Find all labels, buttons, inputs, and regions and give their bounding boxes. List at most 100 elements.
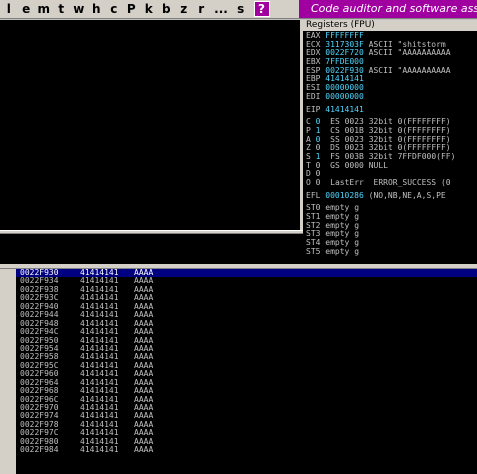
fpu-state: empty (325, 220, 350, 230)
eip-row[interactable]: EIP 41414141 (306, 104, 455, 115)
registers-pane[interactable]: Registers (FPU) EAX FFFFFFFF ECX 3117303… (303, 20, 477, 264)
flag-value: 1 (315, 151, 321, 161)
fpu-value: g (354, 203, 360, 213)
toolbar-button-log[interactable]: l (0, 1, 18, 17)
toolbar-button-memory[interactable]: m (35, 1, 53, 17)
segment-selector: 0023 (344, 134, 364, 144)
register-name: EDI (306, 91, 321, 101)
fpu-name: ST5 (306, 246, 321, 256)
flag-value: 0 (315, 134, 321, 144)
flag-name: Z (306, 143, 311, 153)
stack-pane[interactable]: 0022F930 41414141 AAAA 0022F934 41414141 AAAA… (16, 269, 477, 474)
register-row[interactable]: EDI 00000000 (306, 91, 455, 102)
registers-title[interactable]: Registers (FPU) (303, 20, 477, 31)
segment-selector: 0023 (344, 143, 364, 153)
stack-row[interactable]: 0022F984 41414141 AAAA (16, 445, 477, 455)
toolbar-button-cpu[interactable]: c (105, 1, 123, 17)
register-value: 0022F720 (325, 48, 364, 58)
register-value: 00000000 (325, 83, 364, 93)
toolbar-button-threads[interactable]: t (53, 1, 71, 17)
toolbar-button-handles[interactable]: h (88, 1, 106, 17)
flag-row[interactable]: O 0 LastErr ERROR_SUCCESS (0 (306, 178, 455, 188)
fpu-state: empty (325, 203, 350, 213)
fpu-value: g (354, 220, 360, 230)
flag-value: 0 (315, 178, 321, 187)
segment-selector: 003B (344, 151, 364, 161)
register-name: EBX (306, 57, 321, 67)
flag-value: 0 (315, 160, 321, 170)
register-name: ESI (306, 83, 321, 93)
stack-gutter (0, 269, 16, 474)
segment-info: 7FFDF000(FF) (397, 151, 456, 161)
register-value: 41414141 (325, 74, 364, 84)
flag-name: C (306, 117, 311, 127)
segment-name: GS (330, 160, 340, 170)
fpu-name: ST3 (306, 229, 321, 239)
register-info: ASCII "AAAAAAAAAA (368, 65, 451, 75)
register-name: EAX (306, 31, 321, 40)
toolbar-button-modules[interactable]: e (18, 1, 36, 17)
register-name: EIP (306, 104, 321, 114)
flag-name: P (306, 125, 311, 135)
segment-name: DS (330, 143, 340, 153)
info-pane[interactable] (0, 234, 303, 264)
segment-bits: 32bit (368, 134, 393, 144)
help-button[interactable]: ? (253, 1, 270, 17)
stack-value: 41414141 (80, 445, 119, 455)
register-value: 3117303F (325, 39, 364, 49)
segment-bits: 32bit (368, 125, 393, 135)
toolbar-button-patches[interactable]: P (123, 1, 141, 17)
segment-name: LastErr (330, 178, 364, 187)
fpu-row[interactable]: ST5 empty g (306, 246, 455, 257)
register-name: EFL (306, 190, 321, 200)
fpu-state: empty (325, 246, 350, 256)
segment-info: (0 (440, 178, 451, 187)
toolbar-button-references[interactable]: r (193, 1, 211, 17)
fpu-value: g (354, 212, 360, 222)
segment-selector: 0000 (344, 160, 364, 170)
toolbar-button-source[interactable]: s (232, 1, 250, 17)
segment-bits: NULL (368, 160, 388, 170)
toolbar-button-run-trace[interactable]: ... (210, 1, 232, 17)
segment-name: ES (330, 117, 340, 127)
segment-bits: 32bit (368, 151, 393, 161)
toolbar-button-windows[interactable]: w (70, 1, 88, 17)
flag-name: T (306, 160, 311, 170)
segment-bits: ERROR_SUCCESS (373, 178, 437, 187)
flag-name: O (306, 178, 311, 187)
register-value: 00000000 (325, 91, 364, 101)
fpu-name: ST4 (306, 238, 321, 248)
segment-info: 0(FFFFFFFF) (397, 134, 451, 144)
flag-value: 0 (315, 169, 321, 179)
register-name: ECX (306, 39, 321, 49)
segment-name: CS (330, 125, 340, 135)
flag-value: 0 (315, 143, 321, 153)
segment-selector: 001B (344, 125, 364, 135)
stack-address: 0022F984 (20, 445, 59, 455)
register-value: 00010286 (325, 190, 364, 200)
stack-ascii: AAAA (134, 445, 154, 455)
register-name: EBP (306, 74, 321, 84)
fpu-value: g (354, 246, 360, 256)
flag-name: S (306, 151, 311, 161)
register-value: 7FFDE000 (325, 57, 364, 67)
toolbar-button-breakpoints[interactable]: b (158, 1, 176, 17)
fpu-state: empty (325, 229, 350, 239)
efl-row[interactable]: EFL 00010286 (NO,NB,NE,A,S,PE (306, 190, 455, 201)
flag-value: 0 (315, 117, 321, 127)
fpu-name: ST1 (306, 212, 321, 222)
register-value: FFFFFFFF (325, 31, 364, 40)
register-info: ASCII "AAAAAAAAAA (368, 48, 451, 58)
registers-body: EAX FFFFFFFF ECX 3117303F ASCII "shitsto… (306, 31, 456, 257)
toolbar-button-call-stack[interactable]: k (140, 1, 158, 17)
register-value: 41414141 (325, 104, 364, 114)
register-value: 0022F930 (325, 65, 364, 75)
register-info: ASCII "shitstorm (368, 39, 446, 49)
fpu-state: empty (325, 212, 350, 222)
register-name: ESP (306, 65, 321, 75)
flag-value: 1 (315, 125, 321, 135)
segment-name: FS (330, 151, 340, 161)
toolbar-button-hw-breakpoints[interactable]: z (175, 1, 193, 17)
segment-name: SS (330, 134, 340, 144)
disassembly-pane[interactable] (0, 20, 300, 230)
